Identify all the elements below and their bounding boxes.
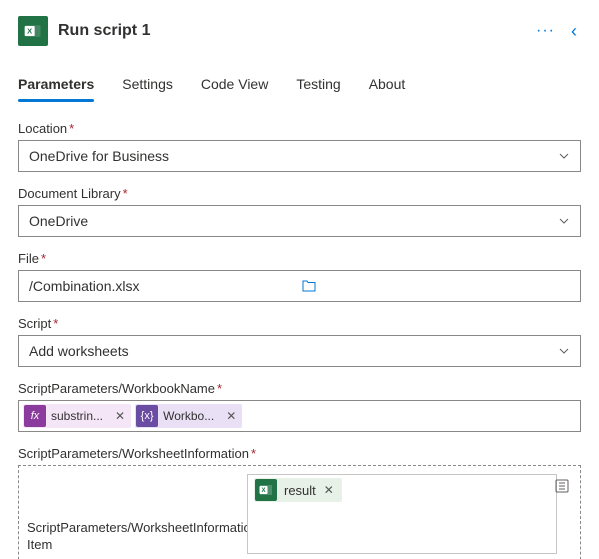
fx-icon: fx <box>24 405 46 427</box>
card-header: X Run script 1 ··· ‹ <box>18 12 581 62</box>
field-worksheet-info: ScriptParameters/WorksheetInformation* S… <box>18 446 581 559</box>
worksheet-item-label: ScriptParameters/WorksheetInformation It… <box>27 520 217 554</box>
token-remove-button[interactable]: ✕ <box>220 409 242 423</box>
workbook-name-input[interactable]: fx substrin... ✕ {x} Workbo... ✕ <box>18 400 581 432</box>
dynamic-content-button[interactable] <box>552 476 572 496</box>
location-select[interactable]: OneDrive for Business <box>18 140 581 172</box>
tab-parameters[interactable]: Parameters <box>18 70 94 102</box>
file-value: /Combination.xlsx <box>29 278 297 294</box>
variable-icon: {x} <box>136 405 158 427</box>
chevron-down-icon <box>558 215 570 227</box>
library-label: Document Library* <box>18 186 581 201</box>
svg-text:X: X <box>261 488 265 494</box>
location-value: OneDrive for Business <box>29 148 169 164</box>
inner-card-header: X result ✕ <box>248 475 556 505</box>
browse-file-button[interactable] <box>297 276 573 296</box>
collapse-button[interactable]: ‹ <box>567 17 581 46</box>
tab-about[interactable]: About <box>369 70 406 102</box>
token-text: substrin... <box>47 409 109 423</box>
chevron-down-icon <box>558 150 570 162</box>
field-location: Location* OneDrive for Business <box>18 121 581 172</box>
excel-icon: X <box>18 16 48 46</box>
field-script: Script* Add worksheets <box>18 316 581 367</box>
var-token-workbook[interactable]: {x} Workbo... ✕ <box>135 404 242 428</box>
token-remove-button[interactable]: ✕ <box>322 483 342 497</box>
workbook-name-label: ScriptParameters/WorkbookName* <box>18 381 581 396</box>
header-actions: ··· ‹ <box>532 17 581 46</box>
tab-settings[interactable]: Settings <box>122 70 173 102</box>
worksheet-info-dropzone[interactable]: ScriptParameters/WorksheetInformation It… <box>18 465 581 559</box>
field-workbook-name: ScriptParameters/WorkbookName* fx substr… <box>18 381 581 432</box>
tab-bar: Parameters Settings Code View Testing Ab… <box>18 70 581 103</box>
token-text: result <box>278 483 322 498</box>
worksheet-info-item-card[interactable]: X result ✕ <box>247 474 557 554</box>
worksheet-info-label: ScriptParameters/WorksheetInformation* <box>18 446 581 461</box>
file-input[interactable]: /Combination.xlsx <box>18 270 581 302</box>
action-card: X Run script 1 ··· ‹ Parameters Settings… <box>0 0 599 559</box>
token-text: Workbo... <box>159 409 220 423</box>
location-label: Location* <box>18 121 581 136</box>
field-file: File* /Combination.xlsx <box>18 251 581 302</box>
more-menu-button[interactable]: ··· <box>532 18 559 44</box>
excel-icon: X <box>255 479 277 501</box>
library-value: OneDrive <box>29 213 88 229</box>
card-title: Run script 1 <box>58 22 522 40</box>
library-select[interactable]: OneDrive <box>18 205 581 237</box>
script-select[interactable]: Add worksheets <box>18 335 581 367</box>
result-token[interactable]: X result ✕ <box>254 478 342 502</box>
tab-testing[interactable]: Testing <box>296 70 340 102</box>
svg-text:X: X <box>27 27 32 36</box>
field-library: Document Library* OneDrive <box>18 186 581 237</box>
tab-code-view[interactable]: Code View <box>201 70 268 102</box>
script-value: Add worksheets <box>29 343 129 359</box>
token-remove-button[interactable]: ✕ <box>109 409 131 423</box>
fx-token-substring[interactable]: fx substrin... ✕ <box>23 404 131 428</box>
script-label: Script* <box>18 316 581 331</box>
chevron-down-icon <box>558 345 570 357</box>
file-label: File* <box>18 251 581 266</box>
parameters-form: Location* OneDrive for Business Document… <box>18 103 581 559</box>
